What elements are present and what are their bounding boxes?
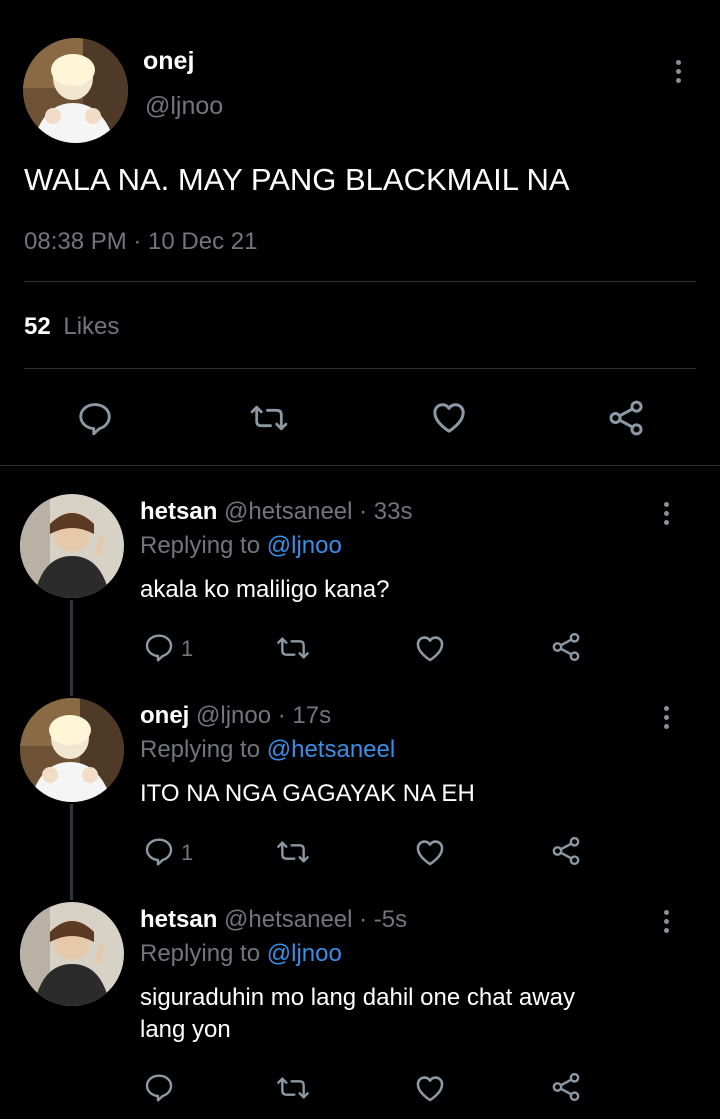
- reply-3-text-line-2: lang yon: [140, 1016, 231, 1043]
- likes-label: Likes: [63, 313, 120, 340]
- reply-1-reply-icon[interactable]: [143, 631, 175, 663]
- reply-3-display-name[interactable]: hetsan: [140, 906, 217, 933]
- reply-3-more-icon[interactable]: [661, 910, 671, 937]
- avatar-onej[interactable]: [23, 38, 128, 143]
- main-more-icon[interactable]: [673, 60, 683, 87]
- reply-2-reply-count: 1: [181, 840, 194, 865]
- reply-2-share-icon[interactable]: [549, 834, 583, 868]
- avatar-hetsan[interactable]: [20, 494, 124, 598]
- divider-section: [0, 465, 720, 466]
- reply-3-text-line-1: siguraduhin mo lang dahil one chat away: [140, 984, 575, 1011]
- reply-3-replying-prefix: Replying to: [140, 940, 261, 967]
- share-icon[interactable]: [605, 397, 647, 439]
- reply-1-replying: Replying to @ljnoo: [140, 532, 342, 560]
- main-tweet-text: WALA NA. MAY PANG BLACKMAIL NA: [24, 162, 570, 197]
- reply-1-reply-count: 1: [181, 636, 194, 661]
- like-icon[interactable]: [429, 397, 469, 437]
- thread-line-2: [70, 804, 73, 900]
- retweet-icon[interactable]: [249, 399, 289, 437]
- main-handle[interactable]: @ljnoo: [145, 92, 223, 121]
- reply-3-share-icon[interactable]: [549, 1070, 583, 1104]
- reply-3-retweet-icon[interactable]: [275, 1072, 311, 1104]
- divider-top: [24, 281, 696, 282]
- reply-2-retweet-icon[interactable]: [275, 836, 311, 868]
- reply-1-replying-prefix: Replying to: [140, 532, 261, 559]
- reply-2-header: onej @ljnoo · 17s: [140, 702, 331, 730]
- avatar-onej-reply[interactable]: [20, 698, 124, 802]
- reply-3-header: hetsan @hetsaneel · -5s: [140, 906, 407, 934]
- reply-3-like-icon[interactable]: [413, 1071, 447, 1105]
- reply-2-reply-icon[interactable]: [143, 835, 175, 867]
- reply-2-display-name[interactable]: onej: [140, 702, 189, 729]
- main-timestamp[interactable]: 08:38 PM · 10 Dec 21: [24, 228, 257, 256]
- reply-1-text: akala ko maliligo kana?: [140, 576, 390, 603]
- reply-1-replying-to[interactable]: @ljnoo: [267, 532, 342, 559]
- reply-3-reply-icon[interactable]: [143, 1071, 175, 1103]
- reply-1-more-icon[interactable]: [661, 502, 671, 529]
- reply-2-replying: Replying to @hetsaneel: [140, 736, 395, 764]
- reply-2-more-icon[interactable]: [661, 706, 671, 733]
- reply-3-replying: Replying to @ljnoo: [140, 940, 342, 968]
- reply-2-replying-prefix: Replying to: [140, 736, 261, 763]
- reply-2-like-icon[interactable]: [413, 835, 447, 869]
- main-display-name[interactable]: onej: [143, 47, 194, 76]
- reply-1-display-name[interactable]: hetsan: [140, 498, 217, 525]
- divider-middle: [24, 368, 696, 369]
- thread-line-1: [70, 600, 73, 696]
- reply-3-replying-to[interactable]: @ljnoo: [267, 940, 342, 967]
- avatar-hetsan-reply[interactable]: [20, 902, 124, 1006]
- likes-count: 52: [24, 313, 51, 340]
- reply-3-handle-time[interactable]: @hetsaneel · -5s: [224, 906, 407, 933]
- reply-2-handle-time[interactable]: @ljnoo · 17s: [196, 702, 331, 729]
- reply-1-share-icon[interactable]: [549, 630, 583, 664]
- reply-2-text: ITO NA NGA GAGAYAK NA EH: [140, 780, 475, 807]
- reply-1-retweet-icon[interactable]: [275, 632, 311, 664]
- reply-2-replying-to[interactable]: @hetsaneel: [267, 736, 395, 763]
- likes-summary[interactable]: 52 Likes: [24, 313, 119, 341]
- reply-1-header: hetsan @hetsaneel · 33s: [140, 498, 413, 526]
- reply-1-handle-time[interactable]: @hetsaneel · 33s: [224, 498, 412, 525]
- reply-1-like-icon[interactable]: [413, 631, 447, 665]
- reply-icon[interactable]: [76, 399, 114, 437]
